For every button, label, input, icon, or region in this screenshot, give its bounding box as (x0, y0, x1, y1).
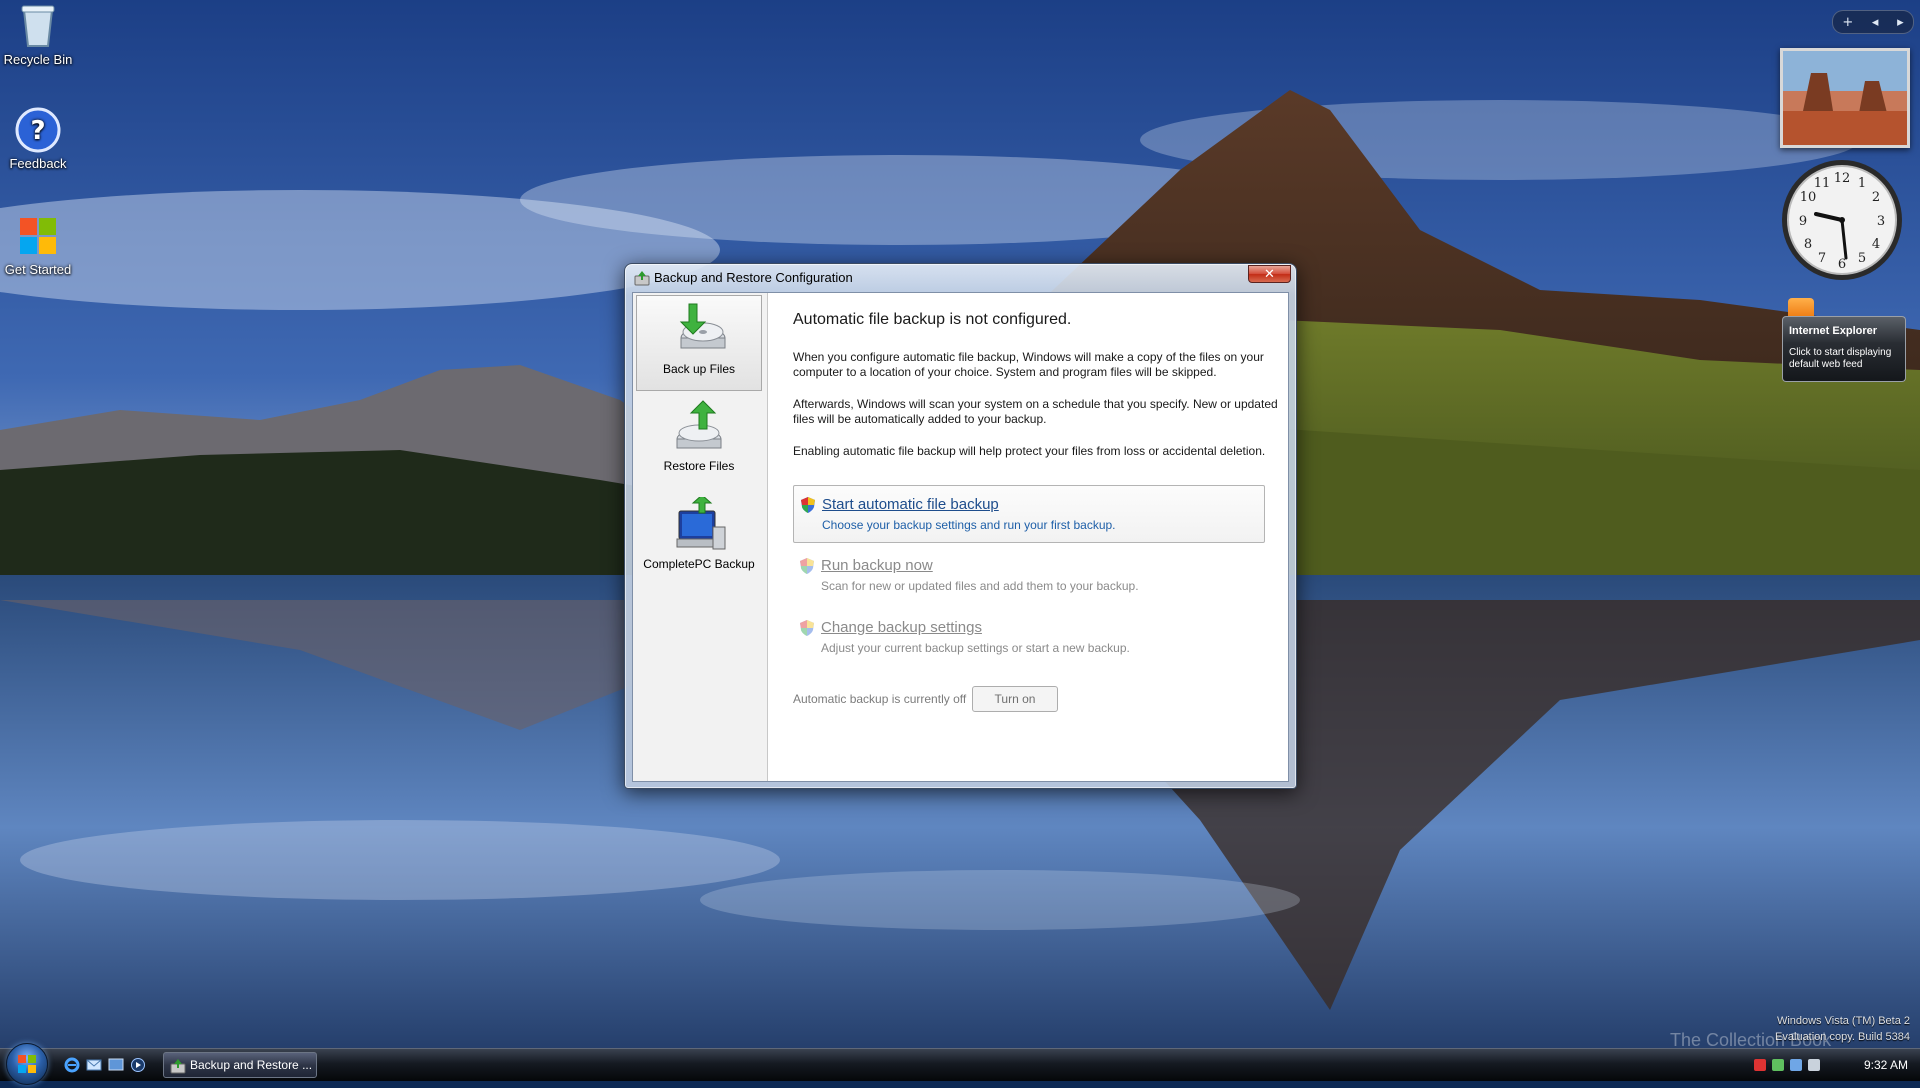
description-paragraph: When you configure automatic file backup… (793, 350, 1264, 379)
notification-area (1754, 1053, 1820, 1077)
svg-text:3: 3 (1877, 214, 1885, 229)
svg-text:?: ? (30, 116, 45, 146)
start-button[interactable] (6, 1043, 48, 1085)
svg-text:2: 2 (1872, 190, 1880, 205)
sidebar-add-button[interactable]: + (1842, 15, 1853, 30)
recycle-bin-icon (21, 5, 55, 47)
restore-files-icon (676, 400, 722, 449)
windows-logo-icon (18, 1055, 36, 1073)
svg-text:8: 8 (1804, 237, 1812, 252)
svg-text:4: 4 (1872, 237, 1880, 252)
sidebar-next-button[interactable]: ▸ (1897, 15, 1904, 30)
svg-text:12: 12 (1834, 171, 1851, 186)
nav-item-label: CompletePC Backup (643, 557, 755, 571)
title-bar[interactable]: Backup and Restore Configuration ✕ (625, 264, 1296, 292)
backup-app-icon (170, 1059, 186, 1074)
desktop-icon-label: Get Started (4, 262, 72, 277)
svg-text:7: 7 (1818, 251, 1826, 266)
internet-explorer-icon[interactable] (64, 1057, 80, 1073)
task-title[interactable]: Start automatic file backup (822, 496, 999, 513)
window-title: Backup and Restore Configuration (654, 270, 853, 285)
feed-headlines-gadget[interactable]: Internet Explorer Click to start display… (1782, 296, 1906, 388)
feed-gadget-title: Internet Explorer (1782, 316, 1906, 342)
security-alert-icon[interactable] (1754, 1059, 1766, 1071)
desktop-icon-get-started[interactable]: Get Started (0, 212, 83, 277)
task-change-backup-settings[interactable]: Change backup settings Adjust your curre… (793, 609, 1265, 667)
svg-text:1: 1 (1858, 176, 1866, 191)
media-player-icon[interactable] (130, 1057, 146, 1073)
description-paragraph: Afterwards, Windows will scan your syste… (793, 397, 1278, 426)
task-description: Scan for new or updated files and add th… (821, 579, 1139, 593)
sidebar-controls: + ◂ ▸ (1832, 10, 1914, 34)
volume-icon[interactable] (1808, 1059, 1820, 1071)
completepc-backup-icon (676, 497, 726, 550)
page-heading: Automatic file backup is not configured. (793, 311, 1072, 328)
clock-gadget[interactable]: 12 12 345 678 91011 (1780, 158, 1904, 282)
task-description: Choose your backup settings and run your… (822, 518, 1116, 532)
turn-on-button[interactable]: Turn on (972, 686, 1058, 712)
task-run-backup-now[interactable]: Run backup now Scan for new or updated f… (793, 547, 1265, 605)
desktop-icon-label: Recycle Bin (3, 52, 73, 67)
watermark-line: Windows Vista (TM) Beta 2 (1776, 1015, 1910, 1027)
svg-text:10: 10 (1800, 190, 1817, 205)
taskbar-clock[interactable]: 9:32 AM (1864, 1058, 1908, 1072)
slideshow-gadget[interactable] (1780, 48, 1910, 148)
uac-shield-icon (800, 620, 814, 636)
task-start-automatic-file-backup[interactable]: Start automatic file backup Choose your … (793, 485, 1265, 543)
taskbar-button-backup-restore[interactable]: Backup and Restore ... (163, 1052, 317, 1078)
task-title[interactable]: Change backup settings (821, 619, 982, 636)
nav-item-label: Back up Files (662, 362, 736, 376)
content-pane: Automatic file backup is not configured.… (767, 293, 1287, 781)
mail-icon[interactable] (86, 1057, 102, 1073)
taskbar: Backup and Restore ... 9:32 AM (0, 1043, 1920, 1085)
nav-pane: Back up Files Restore Files CompletePC B… (633, 293, 768, 781)
brand-text: The Collection Book (1670, 1030, 1832, 1050)
svg-text:5: 5 (1858, 251, 1866, 266)
uac-shield-icon (800, 558, 814, 574)
nav-item-back-up-files[interactable]: Back up Files (636, 295, 762, 391)
window-client-area: Back up Files Restore Files CompletePC B… (632, 292, 1289, 782)
desktop-icon-label: Feedback (9, 156, 67, 171)
feedback-icon: ? (15, 107, 61, 153)
show-desktop-icon[interactable] (108, 1057, 124, 1073)
svg-text:11: 11 (1814, 176, 1831, 191)
windows-logo-icon (20, 218, 56, 254)
uac-shield-icon (801, 497, 815, 513)
display-icon[interactable] (1790, 1059, 1802, 1071)
nav-item-completepc-backup[interactable]: CompletePC Backup (636, 491, 762, 587)
task-description: Adjust your current backup settings or s… (821, 641, 1130, 655)
svg-text:9: 9 (1799, 214, 1807, 229)
sidebar-prev-button[interactable]: ◂ (1872, 15, 1879, 30)
taskbar-button-label: Backup and Restore ... (190, 1058, 313, 1072)
desktop-icon-feedback[interactable]: ? Feedback (0, 106, 83, 171)
close-button[interactable]: ✕ (1248, 265, 1291, 283)
feed-gadget-body: Click to start displaying default web fe… (1782, 342, 1906, 382)
task-title[interactable]: Run backup now (821, 557, 933, 574)
backup-app-icon (634, 271, 650, 286)
desktop-icon-recycle-bin[interactable]: Recycle Bin (0, 2, 83, 67)
description-paragraph: Enabling automatic file backup will help… (793, 444, 1266, 458)
nav-item-label: Restore Files (663, 459, 735, 473)
network-icon[interactable] (1772, 1059, 1784, 1071)
backup-status-text: Automatic backup is currently off (793, 692, 967, 706)
backup-files-icon (679, 303, 726, 349)
nav-item-restore-files[interactable]: Restore Files (636, 393, 762, 489)
svg-text:6: 6 (1838, 257, 1846, 272)
backup-restore-window: Backup and Restore Configuration ✕ Back … (624, 263, 1297, 789)
